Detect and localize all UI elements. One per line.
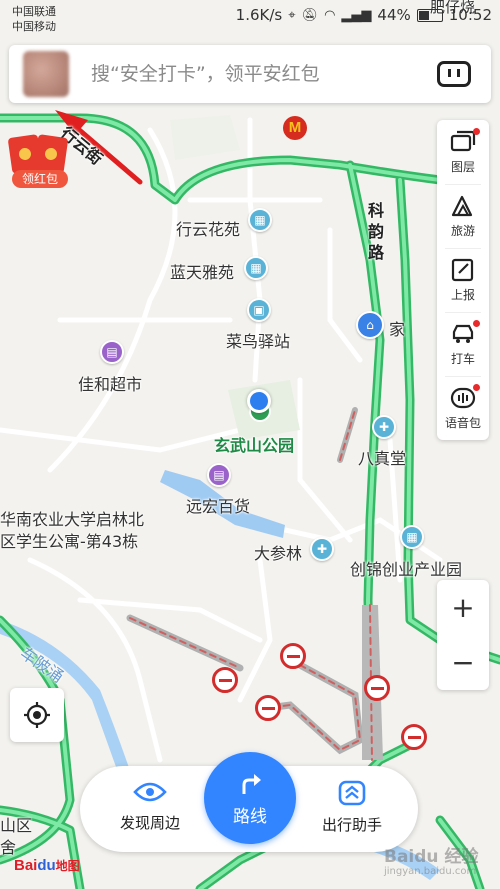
tool-taxi-label: 打车 (450, 351, 475, 366)
poi-cainiao-station[interactable]: 菜鸟驿站 (226, 328, 290, 352)
pharmacy-icon[interactable]: ✚ (372, 415, 396, 439)
route-button[interactable]: 路线 (204, 752, 296, 844)
zoom-control: + − (437, 580, 489, 690)
carrier-label-2: 中国移动 (12, 20, 56, 33)
poi-jiahe-supermarket[interactable]: 佳和超市 (78, 371, 142, 395)
tool-travel[interactable]: 旅游 (437, 184, 489, 248)
map-tools-panel: 图层 旅游 上报 打车 语音包 (437, 120, 489, 440)
travel-assistant-label: 出行助手 (321, 816, 382, 834)
badge-dot (473, 320, 480, 327)
taxi-icon (452, 324, 474, 343)
tool-voice-pack-label: 语音包 (444, 415, 481, 430)
logo-text-c: 地图 (55, 859, 80, 873)
poi-bazhentang[interactable]: 八真堂 (358, 445, 406, 469)
ar-scan-icon[interactable] (437, 61, 471, 87)
home-icon[interactable]: ⌂ (356, 311, 384, 339)
road-label-keyun-road: 科韵路 (368, 201, 385, 262)
red-envelope-icon (33, 134, 69, 174)
search-input[interactable] (91, 63, 437, 85)
badge-dot (473, 128, 480, 135)
status-bar: 中国联通 中国移动 1.6K/s ⌖ 🔕︎ ◠ ▂▄▆ 44% 10:52 (0, 0, 500, 36)
logo-text-b: du (37, 857, 56, 874)
route-arrow-icon (242, 773, 261, 794)
poi-yuanhong-store[interactable]: 远宏百货 (186, 493, 250, 517)
crosshair-icon (24, 702, 50, 728)
no-entry-icon[interactable] (401, 724, 427, 750)
layers-icon (450, 130, 476, 151)
poi-xingyun-garden[interactable]: 行云花苑 (176, 216, 240, 240)
poi-chuangjin-park[interactable]: 创锦创业产业园 (350, 556, 462, 580)
wifi-icon: ◠ (324, 7, 336, 23)
discover-nearby-button[interactable]: 发现周边 (100, 780, 200, 833)
voice-pack-icon (450, 387, 476, 408)
tool-travel-label: 旅游 (450, 223, 475, 238)
logo-text-a: Bai (14, 857, 38, 874)
tool-layers-label: 图层 (450, 159, 475, 174)
poi-she: 舍 (0, 838, 17, 857)
red-packet-label: 领红包 (12, 170, 68, 188)
no-entry-icon[interactable] (280, 643, 306, 669)
watermark: Baidu 经验 (384, 847, 479, 867)
watermark-url: jingyan.baidu.com (384, 866, 477, 877)
red-packet-button[interactable]: 领红包 (7, 134, 70, 190)
pharmacy-icon[interactable]: ✚ (310, 537, 334, 561)
no-entry-icon[interactable] (255, 695, 281, 721)
poi-lantian-garden[interactable]: 蓝天雅苑 (170, 259, 234, 283)
travel-assistant-button[interactable]: 出行助手 (302, 780, 402, 835)
tool-report-label: 上报 (450, 287, 475, 302)
poi-shanqu: 山区 (0, 816, 33, 835)
poi-xuanwushan-park[interactable]: 玄武山公园 (214, 432, 294, 456)
signal-icon: ▂▄▆ (341, 7, 372, 23)
travel-icon (451, 195, 473, 216)
mcdonalds-icon[interactable]: M (283, 116, 307, 140)
zoom-out-button[interactable]: − (437, 635, 489, 690)
locate-me-button[interactable] (10, 688, 64, 742)
store-icon[interactable]: ▤ (207, 463, 231, 487)
report-icon (451, 258, 474, 281)
location-icon: ⌖ (288, 7, 296, 23)
tool-report[interactable]: 上报 (437, 248, 489, 312)
route-label: 路线 (233, 806, 267, 827)
status-right: 1.6K/s ⌖ 🔕︎ ◠ ▂▄▆ 44% 10:52 (236, 6, 492, 24)
carrier-label-1: 中国联通 (12, 5, 56, 18)
poi-home[interactable]: 家 (389, 316, 405, 340)
mute-icon: 🔕︎ (301, 7, 319, 23)
poi-university-dorm-line1[interactable]: 华南农业大学启林北 (0, 506, 144, 530)
tool-taxi[interactable]: 打车 (437, 312, 489, 376)
supermarket-icon[interactable]: ▤ (100, 340, 124, 364)
discover-nearby-label: 发现周边 (119, 814, 180, 832)
clock: 10:52 (448, 6, 492, 24)
battery-icon (416, 8, 443, 22)
building-icon[interactable]: ▦ (248, 208, 272, 232)
zoom-in-button[interactable]: + (437, 580, 489, 635)
poi-university-dorm-line2[interactable]: 区学生公寓-第43栋 (0, 528, 138, 552)
assistant-icon (338, 780, 366, 806)
no-entry-icon[interactable] (364, 675, 390, 701)
building-icon[interactable]: ▦ (400, 525, 424, 549)
current-location-dot (247, 389, 271, 413)
no-entry-icon[interactable] (212, 667, 238, 693)
baidu-map-logo: Baidu地图 (14, 857, 80, 874)
poi-dashenlin[interactable]: 大参林 (254, 540, 302, 564)
search-bar[interactable] (9, 45, 491, 103)
avatar[interactable] (23, 51, 69, 97)
badge-dot (473, 384, 480, 391)
building-icon[interactable]: ▦ (244, 256, 268, 280)
tool-voice-pack[interactable]: 语音包 (437, 376, 489, 440)
battery-percent: 44% (377, 6, 411, 24)
courier-station-icon[interactable]: ▣ (247, 298, 271, 322)
tool-layers[interactable]: 图层 (437, 120, 489, 184)
network-speed: 1.6K/s (235, 6, 283, 24)
eye-icon (133, 782, 167, 802)
